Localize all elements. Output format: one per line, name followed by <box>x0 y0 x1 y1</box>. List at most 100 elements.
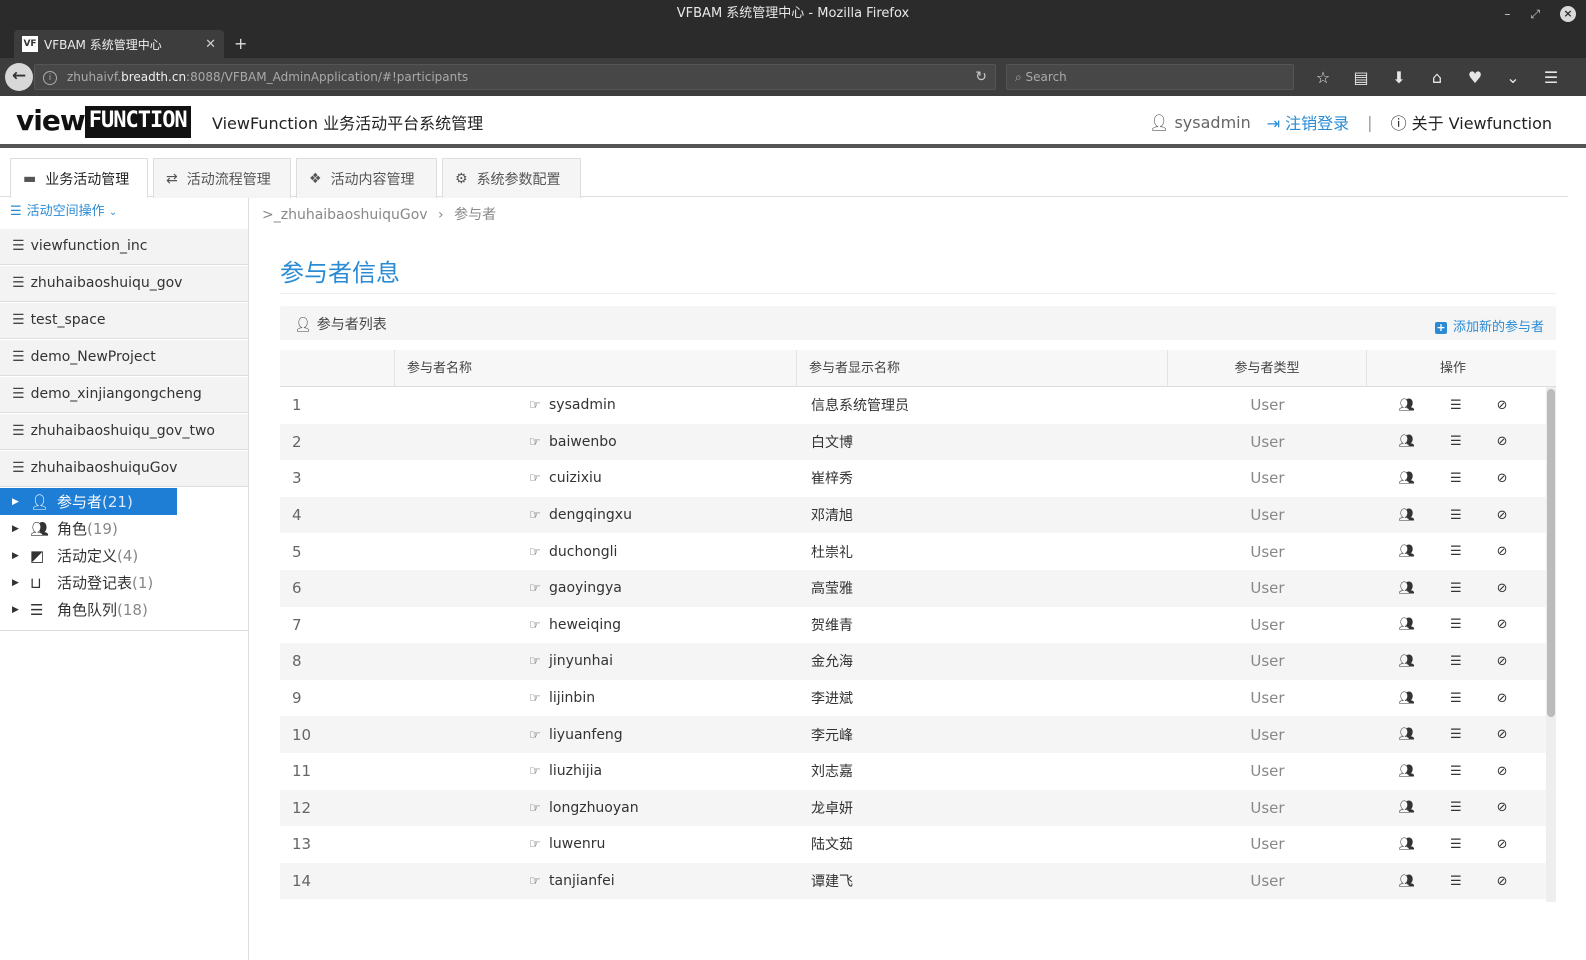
table-row[interactable]: 8 ☞ jinyunhai 金允海 User 👥︎ ☰ ⊘ <box>280 643 1546 680</box>
new-tab-icon[interactable]: + <box>234 34 247 53</box>
disable-ban-icon[interactable]: ⊘ <box>1497 434 1508 449</box>
detail-list-icon[interactable]: ☰ <box>1450 764 1462 779</box>
roles-users-icon[interactable]: 👥︎ <box>1398 508 1415 523</box>
detail-list-icon[interactable]: ☰ <box>1450 654 1462 669</box>
detail-list-icon[interactable]: ☰ <box>1450 691 1462 706</box>
roles-users-icon[interactable]: 👥︎ <box>1398 617 1415 632</box>
tab-system-config[interactable]: ⚙ 系统参数配置 <box>442 158 581 198</box>
detail-list-icon[interactable]: ☰ <box>1450 800 1462 815</box>
roles-users-icon[interactable]: 👥︎ <box>1398 837 1415 852</box>
disable-ban-icon[interactable]: ⊘ <box>1497 617 1508 632</box>
about-link[interactable]: ⓘ 关于 Viewfunction <box>1391 110 1552 134</box>
participant-name[interactable]: ☞ jinyunhai <box>395 653 797 669</box>
roles-users-icon[interactable]: 👥︎ <box>1398 691 1415 706</box>
disable-ban-icon[interactable]: ⊘ <box>1497 398 1508 413</box>
table-row[interactable]: 3 ☞ cuizixiu 崔梓秀 User 👥︎ ☰ ⊘ <box>280 460 1546 497</box>
space-item[interactable]: ☰ viewfunction_inc <box>0 228 248 265</box>
table-row[interactable]: 11 ☞ liuzhijia 刘志嘉 User 👥︎ ☰ ⊘ <box>280 753 1546 790</box>
detail-list-icon[interactable]: ☰ <box>1450 471 1462 486</box>
space-item[interactable]: ☰ zhuhaibaoshuiqu_gov <box>0 265 248 302</box>
disable-ban-icon[interactable]: ⊘ <box>1497 764 1508 779</box>
add-participant-button[interactable]: + 添加新的参与者 <box>1434 316 1544 335</box>
table-row[interactable]: 10 ☞ liyuanfeng 李元峰 User 👥︎ ☰ ⊘ <box>280 716 1546 753</box>
disable-ban-icon[interactable]: ⊘ <box>1497 691 1508 706</box>
header-name[interactable]: 参与者名称 <box>395 350 797 386</box>
home-icon[interactable]: ⌂ <box>1418 68 1456 87</box>
close-window-icon[interactable]: × <box>1560 6 1576 22</box>
site-info-icon[interactable]: i <box>43 70 57 85</box>
space-item[interactable]: ☰ demo_xinjiangongcheng <box>0 376 248 413</box>
participant-name[interactable]: ☞ dengqingxu <box>395 507 797 523</box>
table-row[interactable]: 5 ☞ duchongli 杜崇礼 User 👥︎ ☰ ⊘ <box>280 533 1546 570</box>
tree-node-activity-registry[interactable]: ▶ ⊔ 活动登记表 (1) <box>0 569 248 596</box>
detail-list-icon[interactable]: ☰ <box>1450 508 1462 523</box>
disable-ban-icon[interactable]: ⊘ <box>1497 727 1508 742</box>
participant-name[interactable]: ☞ liuzhijia <box>395 763 797 779</box>
participant-name[interactable]: ☞ lijinbin <box>395 690 797 706</box>
participant-name[interactable]: ☞ sysadmin <box>395 397 797 413</box>
tab-activity-management[interactable]: ▬ 业务活动管理 <box>10 158 148 199</box>
tree-node-participants[interactable]: ▶ 👤︎ 参与者 (21) <box>0 488 177 515</box>
disable-ban-icon[interactable]: ⊘ <box>1497 800 1508 815</box>
reader-list-icon[interactable]: ▤ <box>1342 68 1380 87</box>
table-row[interactable]: 6 ☞ gaoyingya 高莹雅 User 👥︎ ☰ ⊘ <box>280 569 1546 607</box>
participant-name[interactable]: ☞ luwenru <box>395 836 797 852</box>
caret-right-icon[interactable]: ▶ <box>12 524 30 534</box>
table-row[interactable]: 1 ☞ sysadmin 信息系统管理员 User 👥︎ ☰ ⊘ <box>280 387 1546 424</box>
roles-users-icon[interactable]: 👥︎ <box>1398 544 1415 559</box>
detail-list-icon[interactable]: ☰ <box>1450 617 1462 632</box>
pocket-icon[interactable]: ♥ <box>1456 68 1494 87</box>
disable-ban-icon[interactable]: ⊘ <box>1497 581 1508 596</box>
table-row[interactable]: 14 ☞ tanjianfei 谭建飞 User 👥︎ ☰ ⊘ <box>280 862 1546 900</box>
close-tab-icon[interactable]: ✕ <box>205 37 216 52</box>
disable-ban-icon[interactable]: ⊘ <box>1497 544 1508 559</box>
space-operations-menu[interactable]: ☰ 活动空间操作 ⌄ <box>0 198 248 228</box>
table-row[interactable]: 13 ☞ luwenru 陆文茹 User 👥︎ ☰ ⊘ <box>280 826 1546 863</box>
extension-icon[interactable]: ⌄ <box>1494 68 1532 87</box>
space-item[interactable]: ☰ zhuhaibaoshuiquGov <box>0 450 248 487</box>
logout-link[interactable]: ⇥ 注销登录 <box>1267 110 1349 134</box>
space-item[interactable]: ☰ demo_NewProject <box>0 339 248 376</box>
roles-users-icon[interactable]: 👥︎ <box>1398 398 1415 413</box>
table-row[interactable]: 7 ☞ heweiqing 贺维青 User 👥︎ ☰ ⊘ <box>280 607 1546 644</box>
participant-name[interactable]: ☞ longzhuoyan <box>395 800 797 816</box>
hamburger-menu-icon[interactable]: ☰ <box>1532 68 1570 87</box>
participant-name[interactable]: ☞ tanjianfei <box>395 873 797 889</box>
detail-list-icon[interactable]: ☰ <box>1450 398 1462 413</box>
header-type[interactable]: 参与者类型 <box>1168 350 1367 386</box>
participant-name[interactable]: ☞ heweiqing <box>395 617 797 633</box>
disable-ban-icon[interactable]: ⊘ <box>1497 508 1508 523</box>
participant-name[interactable]: ☞ cuizixiu <box>395 470 797 486</box>
participant-name[interactable]: ☞ gaoyingya <box>395 580 797 596</box>
caret-right-icon[interactable]: ▶ <box>12 497 30 507</box>
header-display-name[interactable]: 参与者显示名称 <box>797 350 1168 386</box>
maximize-icon[interactable]: ⤢ <box>1530 0 1540 28</box>
download-icon[interactable]: ⬇ <box>1380 68 1418 87</box>
table-row[interactable]: 12 ☞ longzhuoyan 龙卓妍 User 👥︎ ☰ ⊘ <box>280 789 1546 827</box>
tree-node-role-queues[interactable]: ▶ ☰ 角色队列 (18) <box>0 596 248 623</box>
table-scrollbar[interactable] <box>1546 387 1556 902</box>
disable-ban-icon[interactable]: ⊘ <box>1497 654 1508 669</box>
breadcrumb-space[interactable]: _zhuhaibaoshuiquGov <box>274 207 428 223</box>
roles-users-icon[interactable]: 👥︎ <box>1398 727 1415 742</box>
tree-node-activity-definitions[interactable]: ▶ ◩ 活动定义 (4) <box>0 542 248 569</box>
scrollbar-thumb[interactable] <box>1547 389 1555 717</box>
participant-name[interactable]: ☞ liyuanfeng <box>395 727 797 743</box>
tree-node-roles[interactable]: ▶ 👥︎ 角色 (19) <box>0 515 248 542</box>
bookmark-star-icon[interactable]: ☆ <box>1304 68 1342 87</box>
caret-right-icon[interactable]: ▶ <box>12 551 30 561</box>
detail-list-icon[interactable]: ☰ <box>1450 434 1462 449</box>
table-row[interactable]: 2 ☞ baiwenbo 白文博 User 👥︎ ☰ ⊘ <box>280 423 1546 461</box>
detail-list-icon[interactable]: ☰ <box>1450 544 1462 559</box>
participant-name[interactable]: ☞ baiwenbo <box>395 434 797 450</box>
browser-search-input[interactable]: ⌕ Search <box>1006 64 1294 90</box>
roles-users-icon[interactable]: 👥︎ <box>1398 471 1415 486</box>
browser-tab[interactable]: VF VFBAM 系统管理中心 ✕ <box>14 30 224 58</box>
space-item[interactable]: ☰ zhuhaibaoshuiqu_gov_two <box>0 413 248 450</box>
roles-users-icon[interactable]: 👥︎ <box>1398 800 1415 815</box>
table-row[interactable]: 4 ☞ dengqingxu 邓清旭 User 👥︎ ☰ ⊘ <box>280 496 1546 534</box>
detail-list-icon[interactable]: ☰ <box>1450 727 1462 742</box>
roles-users-icon[interactable]: 👥︎ <box>1398 874 1415 889</box>
detail-list-icon[interactable]: ☰ <box>1450 581 1462 596</box>
caret-right-icon[interactable]: ▶ <box>12 605 30 615</box>
